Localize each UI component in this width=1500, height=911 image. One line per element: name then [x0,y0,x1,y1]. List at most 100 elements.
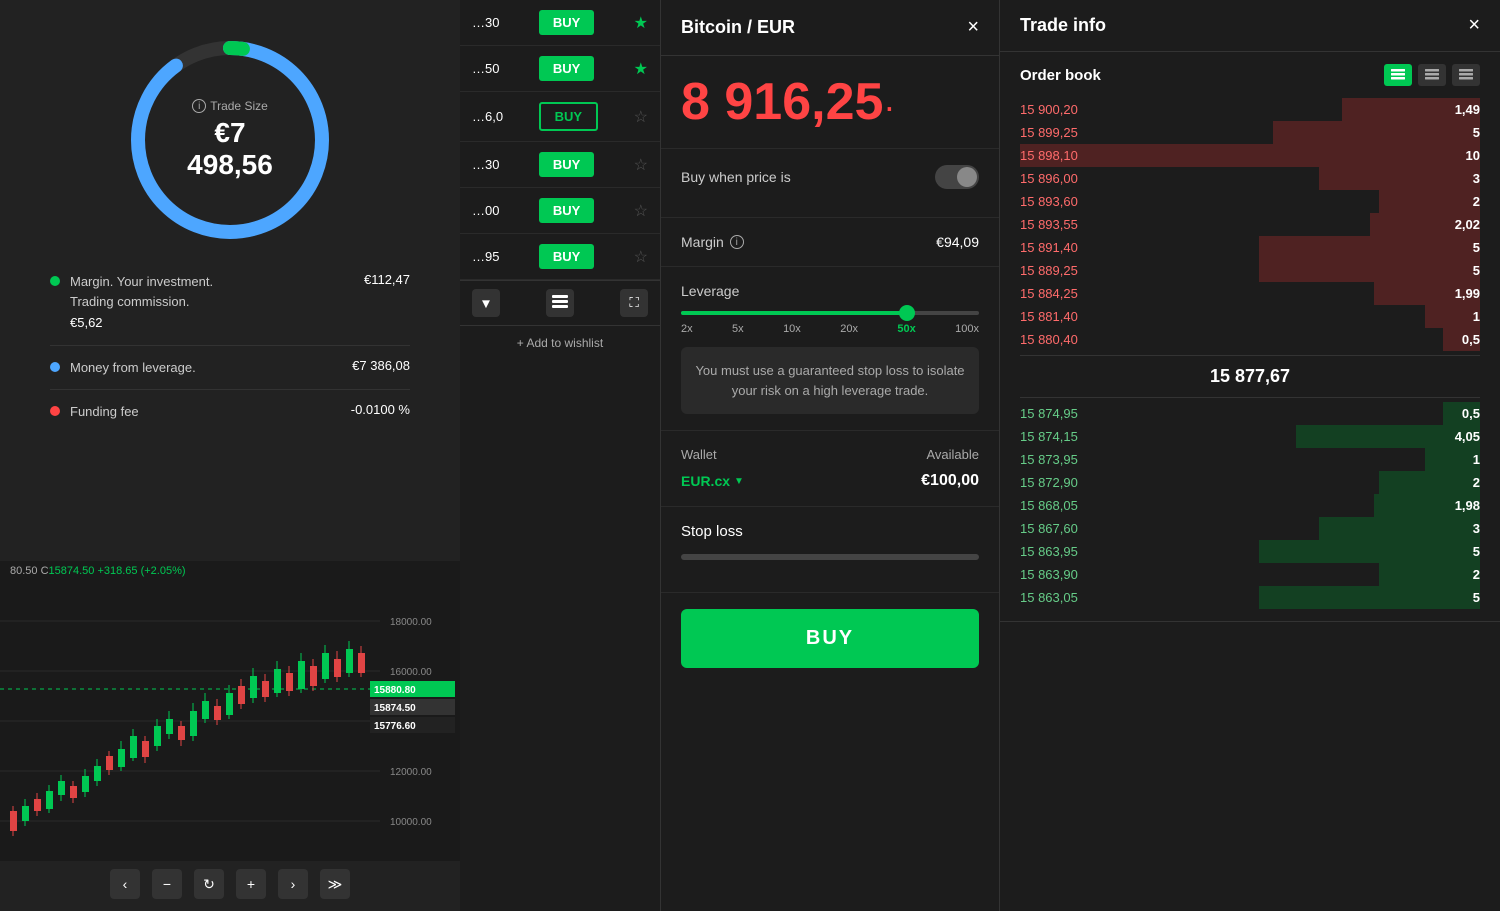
chart-next-btn[interactable]: › [278,869,308,899]
ask-row: 15 880,400,5 [1020,328,1480,351]
chart-info-bar: 80.50 C15874.50 +318.65 (+2.05%) [0,561,460,581]
ask-qty: 5 [1473,263,1480,278]
leverage-warning-text: You must use a guaranteed stop loss to i… [681,347,979,414]
buy-button-2[interactable]: BUY [539,56,594,81]
trade-size-section: i Trade Size €7 498,56 Margin. Your inve… [0,0,460,454]
commission-text: Trading commission. [70,292,213,312]
chart-zoom-in-btn[interactable]: + [236,869,266,899]
chart-refresh-btn[interactable]: ↻ [194,869,224,899]
star-icon-4[interactable]: ☆ [634,155,648,175]
star-icon-1[interactable]: ★ [634,13,648,33]
leverage-bar[interactable] [681,311,979,315]
ask-price: 15 900,20 [1020,102,1078,117]
chart-zoom-out-btn[interactable]: − [152,869,182,899]
stop-loss-section: Stop loss [661,507,999,593]
bid-price: 15 867,60 [1020,521,1078,536]
trade-size-label: Trade Size [210,99,268,113]
bid-row: 15 863,95 5 [1020,540,1480,563]
order-book-view-icons [1384,64,1480,86]
leverage-section: Leverage 2x 5x 10x 20x 50x 100x You must… [661,267,999,431]
star-icon-3[interactable]: ☆ [634,107,648,127]
trade-price-section: 8 916,25· [661,56,999,149]
bid-row: 15 868,05 1,98 [1020,494,1480,517]
view-icon-list1[interactable] [1418,64,1446,86]
list-item: …50 BUY ★ [460,46,660,92]
leverage-5x[interactable]: 5x [732,323,744,335]
chart-canvas: 18000.00 16000.00 14000.00 12000.00 1000… [0,581,460,861]
leverage-10x[interactable]: 10x [783,323,801,335]
buy-button-3[interactable]: BUY [539,102,598,131]
buy-button-6[interactable]: BUY [539,244,594,269]
chart-end-btn[interactable]: ≫ [320,869,350,899]
add-to-wishlist[interactable]: + Add to wishlist [460,325,660,360]
chart-prev-btn[interactable]: ‹ [110,869,140,899]
svg-text:12000.00: 12000.00 [390,767,432,778]
stop-loss-bar[interactable] [681,554,979,560]
view-icon-grid[interactable] [1384,64,1412,86]
leverage-label: Leverage [681,283,979,299]
ask-qty: 2 [1473,194,1480,209]
ask-row: 15 881,401 [1020,305,1480,328]
trade-price-dot: · [883,86,895,127]
bid-qty: 1,98 [1455,498,1480,513]
buy-when-price-section: Buy when price is [661,149,999,218]
ask-row: 15 889,255 [1020,259,1480,282]
trade-info-title: Trade info [1020,15,1106,36]
trade-info-close-btn[interactable]: × [1468,14,1480,37]
expand-btn[interactable]: ⛶ [620,289,648,317]
svg-text:15880.80: 15880.80 [374,685,416,696]
bid-price: 15 872,90 [1020,475,1078,490]
leverage-50x[interactable]: 50x [897,323,915,335]
bid-price: 15 863,95 [1020,544,1078,559]
funding-value: -0.0100 % [351,402,410,417]
bid-price: 15 868,05 [1020,498,1078,513]
info-icon[interactable]: i [192,99,206,113]
buy-button-5[interactable]: BUY [539,198,594,223]
layers-btn[interactable] [546,289,574,317]
ask-row: 15 884,251,99 [1020,282,1480,305]
left-panel: i Trade Size €7 498,56 Margin. Your inve… [0,0,460,911]
ask-qty: 2,02 [1455,217,1480,232]
margin-section: Margin i €94,09 [661,218,999,267]
margin-text: Margin. Your investment. [70,272,213,292]
trade-panel-title: Bitcoin / EUR [681,17,795,38]
ask-qty: 10 [1466,148,1480,163]
bid-price: 15 874,15 [1020,429,1078,444]
buy-button-1[interactable]: BUY [539,10,594,35]
buy-button-4[interactable]: BUY [539,152,594,177]
wallet-name[interactable]: EUR.cx ▼ [681,473,744,489]
ask-row: 15 893,602 [1020,190,1480,213]
bid-row: 15 863,055 [1020,586,1480,609]
legend-item-funding: Funding fee -0.0100 % [50,390,410,434]
ask-price: 15 896,00 [1020,171,1078,186]
ask-qty: 1 [1473,309,1480,324]
buy-when-price-toggle[interactable] [935,165,979,189]
ask-price: 15 893,55 [1020,217,1078,232]
ask-qty: 1,99 [1455,286,1480,301]
ask-row: 15 898,10 10 [1020,144,1480,167]
svg-text:15874.50: 15874.50 [374,703,416,714]
trade-panel-close-btn[interactable]: × [967,16,979,39]
star-icon-2[interactable]: ★ [634,59,648,79]
available-label: Available [926,447,979,462]
bid-price: 15 874,95 [1020,406,1078,421]
bid-qty: 5 [1473,544,1480,559]
leverage-2x[interactable]: 2x [681,323,693,335]
list-item: …95 BUY ☆ [460,234,660,280]
buy-action-button[interactable]: BUY [681,609,979,668]
margin-info-icon[interactable]: i [730,235,744,249]
bid-row: 15 867,603 [1020,517,1480,540]
asks-container: 15 900,201,4915 899,25515 898,101015 896… [1020,98,1480,351]
bid-row: 15 874,950,5 [1020,402,1480,425]
buy-list-panel: …30 BUY ★ …50 BUY ★ …6,0 BUY ☆ …30 BUY ☆… [460,0,660,911]
ask-price: 15 898,10 [1020,148,1078,163]
chart-controls: ‹ − ↻ + › ≫ [0,861,460,907]
list-item: …30 BUY ☆ [460,142,660,188]
star-icon-6[interactable]: ☆ [634,247,648,267]
leverage-100x[interactable]: 100x [955,323,979,335]
leverage-20x[interactable]: 20x [840,323,858,335]
order-book-label: Order book [1020,67,1101,84]
view-icon-list2[interactable] [1452,64,1480,86]
dropdown-btn[interactable]: ▼ [472,289,500,317]
star-icon-5[interactable]: ☆ [634,201,648,221]
